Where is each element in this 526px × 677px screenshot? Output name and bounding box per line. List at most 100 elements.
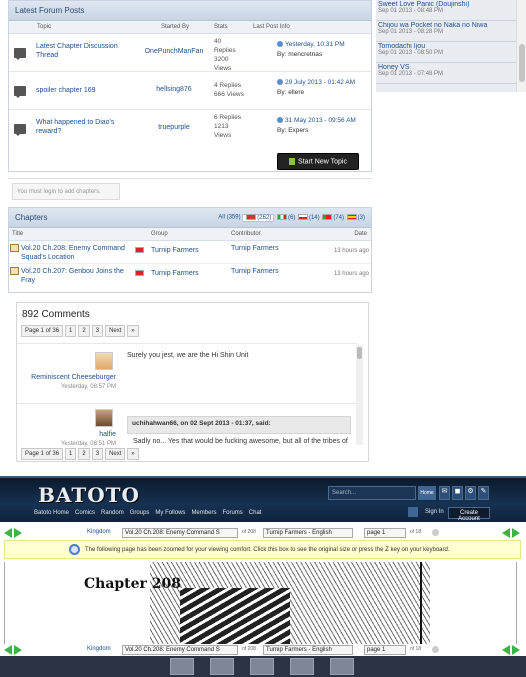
next-page-button[interactable]: Next xyxy=(105,448,126,460)
col-date: Date xyxy=(354,231,367,237)
page-thumbnail[interactable] xyxy=(210,658,234,675)
next-arrow-icon[interactable] xyxy=(512,528,520,538)
chapter-select[interactable]: Vol.20 Ch.208: Enemy Command S xyxy=(122,645,238,655)
nav-batoto-home[interactable]: Batoto Home xyxy=(34,510,69,516)
page-indicator[interactable]: Page 1 of 36 xyxy=(21,325,64,337)
comments-scrollbar[interactable] xyxy=(356,345,363,445)
page-2-button[interactable]: 2 xyxy=(78,325,90,337)
lang-pt[interactable]: (74) xyxy=(321,214,344,221)
search-input[interactable]: Search... xyxy=(328,486,416,500)
page-1-button[interactable]: 1 xyxy=(65,325,77,337)
lang-es[interactable]: (3) xyxy=(346,214,365,221)
scrollbar-thumb[interactable] xyxy=(357,347,362,359)
nav-members[interactable]: Members xyxy=(191,510,216,516)
mail-icon[interactable]: ✉ xyxy=(439,486,450,500)
col-group: Group xyxy=(151,231,168,237)
release-title[interactable]: Honey VS xyxy=(378,64,524,71)
col-topic: Topic xyxy=(37,24,52,30)
chapter-title[interactable]: Vol.20 Ch.208: Enemy Command Squad's Loc… xyxy=(21,244,133,262)
sign-in-link[interactable]: Sign In xyxy=(425,509,444,515)
release-item[interactable]: Chijou wa Pocket no Naka no Niwa Sep 01 2… xyxy=(376,21,526,42)
nav-random[interactable]: Random xyxy=(101,510,124,516)
group-select[interactable]: Turnip Farmers - English xyxy=(263,528,353,538)
page-thumbnail[interactable] xyxy=(290,658,314,675)
notification-icon[interactable] xyxy=(408,507,418,517)
nav-my-follows[interactable]: My Follows xyxy=(155,510,185,516)
comment-username[interactable]: Reminiscent Cheeseburger xyxy=(17,374,116,381)
page-thumbnail[interactable] xyxy=(330,658,354,675)
last-post-info[interactable]: Yesterday, 10:31 PM By: mencretnas xyxy=(277,40,372,60)
topic-title[interactable]: Latest Chapter Discussion Thread xyxy=(36,42,131,60)
chapter-select[interactable]: Vol.20 Ch.208: Enemy Command S xyxy=(122,528,238,538)
page-indicator[interactable]: Page 1 of 36 xyxy=(21,448,64,460)
topic-starter[interactable]: truepurple xyxy=(129,124,219,131)
home-button[interactable]: Home xyxy=(418,486,436,500)
last-post-info[interactable]: 31 May 2013 - 09:56 AM By: Expers xyxy=(277,116,372,136)
prev-arrow-icon[interactable] xyxy=(502,645,510,655)
new-topic-icon xyxy=(289,158,296,165)
topic-starter[interactable]: hellsing876 xyxy=(129,86,219,93)
page-select[interactable]: page 1 xyxy=(364,645,406,655)
nav-forums[interactable]: Forums xyxy=(222,510,242,516)
manga-page-image[interactable]: Chapter 208 xyxy=(0,562,526,644)
site-logo[interactable]: BATOTO xyxy=(38,483,140,507)
release-item[interactable]: Sweet Love Panic (Doujinshi) Sep 01 2013 … xyxy=(376,0,526,21)
topic-starter[interactable]: OnePunchManFan xyxy=(129,48,219,55)
page-2-button[interactable]: 2 xyxy=(78,448,90,460)
page-select[interactable]: page 1 xyxy=(364,528,406,538)
avatar[interactable] xyxy=(95,352,113,370)
page-1-button[interactable]: 1 xyxy=(65,448,77,460)
nav-groups[interactable]: Groups xyxy=(130,510,150,516)
release-date: Sep 01 2013 - 08:28 PM xyxy=(378,29,444,35)
topic-title[interactable]: What happened to Diao's reward? xyxy=(36,118,131,136)
lang-pl[interactable]: (14) xyxy=(297,214,320,221)
nav-chat[interactable]: Chat xyxy=(249,510,262,516)
chapter-contributor[interactable]: Turnip Farmers xyxy=(231,267,281,276)
next-arrow-icon[interactable] xyxy=(14,645,22,655)
release-title[interactable]: Sweet Love Panic (Doujinshi) xyxy=(378,1,524,8)
release-item[interactable]: Tomodachi Ijou Sep 01 2013 - 08:50 PM xyxy=(376,42,526,63)
page-thumbnail[interactable] xyxy=(170,658,194,675)
prev-arrow-icon[interactable] xyxy=(4,645,12,655)
create-account-button[interactable]: Create Account xyxy=(448,507,490,522)
series-link[interactable]: Kingdom xyxy=(87,529,111,535)
settings-icon[interactable] xyxy=(432,646,439,653)
nav-comics[interactable]: Comics xyxy=(75,510,95,516)
page-thumbnail[interactable] xyxy=(250,658,274,675)
release-item[interactable]: Honey VS Sep 01 2013 - 07:48 PM xyxy=(376,63,526,84)
chapter-group[interactable]: Turnip Farmers xyxy=(151,270,199,277)
release-title[interactable]: Chijou wa Pocket no Naka no Niwa xyxy=(378,22,524,29)
last-page-button[interactable]: » xyxy=(127,448,139,460)
last-post-info[interactable]: 29 July 2013 - 01:42 AM By: ellere xyxy=(277,78,372,98)
prev-arrow-icon[interactable] xyxy=(502,528,510,538)
chapter-group[interactable]: Turnip Farmers xyxy=(151,247,199,254)
lang-it[interactable]: (6) xyxy=(276,214,295,221)
release-title[interactable]: Tomodachi Ijou xyxy=(378,43,524,50)
next-arrow-icon[interactable] xyxy=(512,645,520,655)
start-new-topic-button[interactable]: Start New Topic xyxy=(277,153,359,170)
lang-all[interactable]: All (359) xyxy=(218,215,240,221)
page-edge xyxy=(4,562,5,644)
settings-icon[interactable] xyxy=(432,529,439,536)
last-page-button[interactable]: » xyxy=(127,325,139,337)
series-link[interactable]: Kingdom xyxy=(87,646,111,652)
gear-icon[interactable]: ⚙ xyxy=(465,486,476,500)
tools-icon[interactable]: ✎ xyxy=(478,486,489,500)
user-icon[interactable]: ◼ xyxy=(452,486,463,500)
page-3-button[interactable]: 3 xyxy=(91,448,104,460)
page-scrollbar[interactable] xyxy=(516,0,526,92)
lang-en[interactable]: (262) xyxy=(242,213,275,222)
next-page-button[interactable]: Next xyxy=(105,325,126,337)
page-3-button[interactable]: 3 xyxy=(91,325,104,337)
next-arrow-icon[interactable] xyxy=(14,528,22,538)
chapter-contributor[interactable]: Turnip Farmers xyxy=(231,244,281,253)
avatar[interactable] xyxy=(95,409,113,427)
prev-arrow-icon[interactable] xyxy=(4,528,12,538)
group-select[interactable]: Turnip Farmers - English xyxy=(263,645,353,655)
comment-username[interactable]: halfie xyxy=(17,431,116,438)
topic-title[interactable]: spoiler chapter 169 xyxy=(36,86,131,95)
zoom-notice[interactable]: The following page has been zoomed for y… xyxy=(4,540,521,559)
pagination-top: Page 1 of 36 1 2 3 Next» xyxy=(21,325,141,337)
scrollbar-thumb[interactable] xyxy=(519,44,525,82)
chapter-title[interactable]: Vol.20 Ch.207: Genbou Joins the Fray xyxy=(21,267,133,285)
